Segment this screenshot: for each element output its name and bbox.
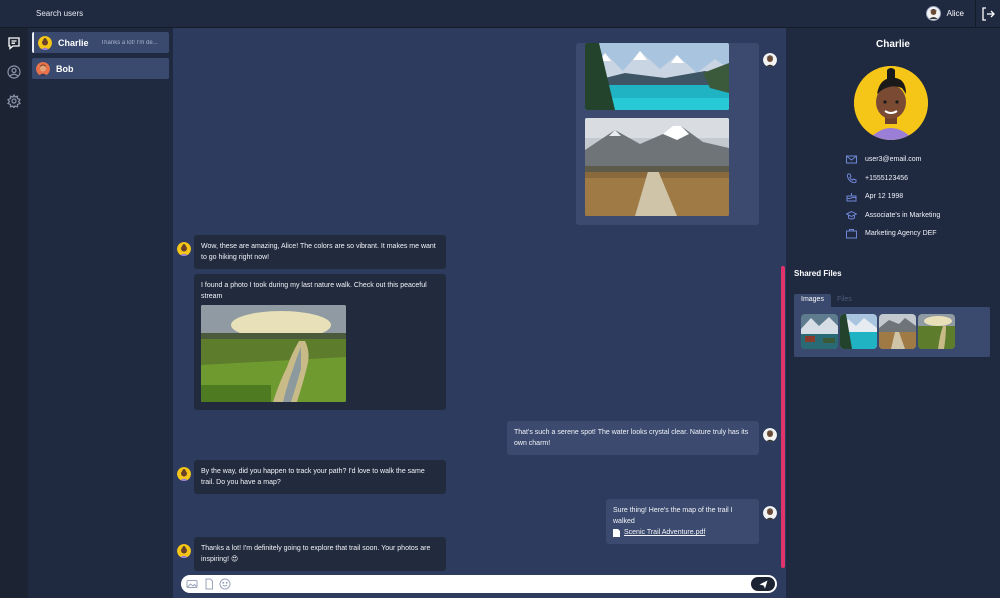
file-icon <box>613 528 620 537</box>
shared-image-thumb[interactable] <box>840 314 877 349</box>
birthday-value: Apr 12 1998 <box>865 192 904 200</box>
message-text: Wow, these are amazing, Alice! The color… <box>194 235 446 269</box>
avatar <box>38 35 52 50</box>
work-value: Marketing Agency DEF <box>865 229 937 237</box>
image-icon[interactable] <box>186 578 198 590</box>
message-file: Sure thing! Here's the map of the trail … <box>606 499 759 544</box>
contact-name: Bob <box>56 63 74 74</box>
message-text: That's such a serene spot! The water loo… <box>507 421 759 455</box>
message-input[interactable] <box>181 575 777 593</box>
avatar <box>925 6 941 21</box>
turquoise-lake-image[interactable] <box>585 43 729 110</box>
avatar <box>177 467 191 481</box>
file-link[interactable]: Scenic Trail Adventure.pdf <box>624 527 705 538</box>
avatar <box>177 544 191 558</box>
send-icon <box>759 580 767 588</box>
profile-phone: +1555123456 <box>846 172 908 184</box>
shared-image-thumb[interactable] <box>879 314 916 349</box>
emoji-icon[interactable] <box>219 578 231 590</box>
avatar <box>763 428 777 442</box>
avatar <box>177 242 191 256</box>
profile-avatar <box>854 66 928 140</box>
divider <box>975 0 976 28</box>
profile-icon[interactable] <box>7 65 21 79</box>
email-value: user3@email.com <box>865 155 922 163</box>
tab-files[interactable]: Files <box>830 294 859 307</box>
graduation-cap-icon <box>846 210 857 219</box>
chat-icon[interactable] <box>7 36 21 50</box>
message-text: Sure thing! Here's the map of the trail … <box>613 507 733 525</box>
send-button[interactable] <box>751 577 775 591</box>
contact-item-charlie[interactable]: Charlie Thanks a lot! I'm de... <box>32 32 169 53</box>
chat-scrollbar[interactable] <box>781 266 785 568</box>
profile-email: user3@email.com <box>846 153 922 165</box>
chat-area: Wow, these are amazing, Alice! The color… <box>173 28 786 598</box>
shared-image-thumb[interactable] <box>918 314 955 349</box>
tab-images[interactable]: Images <box>794 294 831 307</box>
message-text: By the way, did you happen to track your… <box>194 460 446 494</box>
current-user-menu[interactable]: Alice <box>925 6 964 21</box>
contact-list: Charlie Thanks a lot! I'm de... Bob <box>28 28 173 598</box>
avatar <box>763 53 777 67</box>
nav-rail <box>0 28 28 598</box>
meadow-stream-image[interactable] <box>201 305 346 402</box>
top-bar: Search users Alice <box>0 0 1000 28</box>
phone-value: +1555123456 <box>865 174 909 182</box>
current-user-name: Alice <box>946 9 964 18</box>
cake-icon <box>846 192 857 201</box>
avatar <box>763 506 777 520</box>
shared-files-title: Shared Files <box>794 269 842 278</box>
phone-icon <box>846 173 857 183</box>
shared-images-gallery <box>794 307 990 357</box>
email-icon <box>846 155 857 163</box>
message-text: Thanks a lot! I'm definitely going to ex… <box>194 537 446 571</box>
settings-icon[interactable] <box>7 93 21 110</box>
contact-item-bob[interactable]: Bob <box>32 58 169 79</box>
shared-image-thumb[interactable] <box>801 314 838 349</box>
education-value: Associate's in Marketing <box>865 211 941 219</box>
profile-education: Associate's in Marketing <box>846 209 940 221</box>
contact-preview: Thanks a lot! I'm de... <box>100 39 158 46</box>
profile-birthday: Apr 12 1998 <box>846 190 903 202</box>
message-text: I found a photo I took during my last na… <box>201 282 427 300</box>
profile-work: Marketing Agency DEF <box>846 227 937 239</box>
briefcase-icon <box>846 228 857 238</box>
boardwalk-trail-image[interactable] <box>585 118 729 216</box>
avatar <box>36 61 50 76</box>
contact-name: Charlie <box>58 37 89 48</box>
file-icon[interactable] <box>203 578 215 590</box>
profile-panel: Charlie user3@email.com +1555123456 Apr … <box>786 28 1000 598</box>
profile-name: Charlie <box>876 39 910 50</box>
logout-icon[interactable] <box>980 6 996 22</box>
search-users-input[interactable]: Search users <box>36 9 83 18</box>
file-attachment[interactable]: Scenic Trail Adventure.pdf <box>613 527 752 538</box>
